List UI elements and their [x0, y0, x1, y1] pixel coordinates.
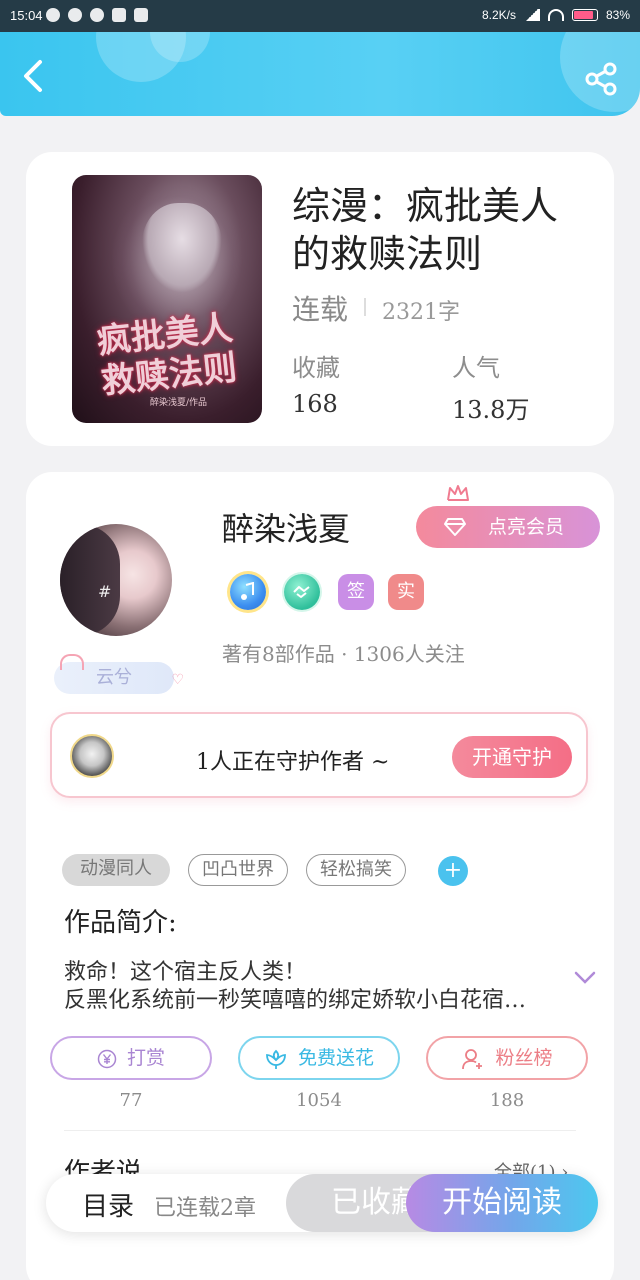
diamond-icon: [444, 518, 466, 536]
header: [0, 32, 640, 116]
intro-title: 作品简介:: [64, 908, 177, 938]
music-note-icon: [241, 582, 254, 600]
book-cover[interactable]: 疯批美人 救赎法则 醉染浅夏/作品: [72, 175, 262, 423]
cover-author: 醉染浅夏/作品: [150, 398, 208, 408]
send-flower-button[interactable]: 免费送花: [238, 1036, 400, 1080]
chevron-left-icon: [24, 60, 42, 92]
avatar-mark: #: [98, 582, 112, 601]
send-flower-label: 免费送花: [297, 1047, 374, 1069]
status-right: 8.2K/s 83%: [482, 8, 630, 22]
reward-label: 打赏: [126, 1047, 165, 1069]
weibo-icon: [46, 8, 60, 22]
verified-badge[interactable]: 实: [388, 574, 424, 610]
status-time: 15:04: [10, 8, 43, 23]
share-button[interactable]: [584, 62, 618, 96]
tag-anime[interactable]: 动漫同人: [62, 854, 170, 886]
fans-ranking-label: 粉丝榜: [495, 1047, 553, 1069]
word-count: 2321字: [382, 300, 460, 325]
serial-status: 连载: [292, 293, 349, 326]
divider: [364, 298, 366, 316]
intro-line: 反黑化系统前一秒笑嘻嘻的绑定娇软小白花宿…: [64, 988, 527, 1013]
app-icon: [112, 8, 126, 22]
catalog-button[interactable]: 目录: [82, 1186, 134, 1223]
fans-ranking-button[interactable]: 粉丝榜: [426, 1036, 588, 1080]
flower-count: 1054: [296, 1090, 342, 1111]
handshake-badge[interactable]: [284, 574, 320, 610]
nickname-tag: 云兮: [54, 654, 184, 696]
battery-icon: [571, 9, 598, 21]
person-icon: [462, 1049, 483, 1070]
chapter-count: 已连载2章: [154, 1196, 256, 1221]
crown-icon: [447, 485, 469, 501]
collect-label: 收藏: [292, 354, 340, 382]
handshake-icon: [293, 586, 310, 598]
wifi-icon: [547, 9, 564, 21]
book-title: 综漫：疯批美人 的救赎法则: [292, 182, 592, 278]
book-card: 疯批美人 救赎法则 醉染浅夏/作品 综漫：疯批美人 的救赎法则 连载 2321字…: [26, 152, 614, 446]
flower-icon: [266, 1049, 286, 1069]
reward-count: 77: [119, 1090, 143, 1111]
qq-icon-2: [90, 8, 104, 22]
start-reading-button[interactable]: 开始阅读: [406, 1174, 598, 1232]
signal-icon: [523, 9, 540, 21]
vip-button[interactable]: 点亮会员: [416, 485, 600, 548]
battery-level: 83%: [605, 8, 630, 22]
guard-panel: 1人正在守护作者 ~ 开通守护: [50, 712, 588, 798]
bottom-bar: 目录 已连载2章 已收藏 开始阅读: [46, 1174, 598, 1232]
book-title-line2: 的救赎法则: [292, 232, 483, 276]
qq-icon: [68, 8, 82, 22]
divider: [64, 1130, 576, 1131]
status-bar: 15:04 8.2K/s 83%: [0, 0, 640, 32]
cover-figure: [142, 203, 222, 293]
guard-text: 1人正在守护作者 ~: [196, 750, 390, 775]
tag-comedy[interactable]: 轻松搞笑: [306, 854, 406, 886]
author-card: # 云兮 醉染浅夏 点亮会员 签 实 著有8部作品 · 1306人关注 1人正在…: [26, 472, 614, 1280]
popularity-label: 人气: [452, 354, 500, 382]
share-icon: [585, 62, 617, 96]
cover-title-art: 疯批美人 救赎法则: [72, 305, 262, 404]
network-speed: 8.2K/s: [481, 8, 516, 22]
tag-world[interactable]: 凹凸世界: [188, 854, 288, 886]
avatar-hair: [60, 524, 120, 636]
author-meta: 著有8部作品 · 1306人关注: [222, 642, 465, 666]
collect-value: 168: [292, 390, 338, 418]
plus-icon: +: [443, 858, 463, 883]
fans-count: 188: [489, 1090, 525, 1111]
notification-icons: [46, 8, 148, 22]
app-icon-2: [134, 8, 148, 22]
vip-label: 点亮会员: [488, 516, 565, 538]
chevron-down-icon: [574, 971, 596, 984]
expand-intro-button[interactable]: [574, 970, 596, 984]
music-badge[interactable]: [230, 574, 266, 610]
guard-avatar: [70, 734, 114, 778]
popularity-value: 13.8万: [452, 396, 530, 424]
signed-badge[interactable]: 签: [338, 574, 374, 610]
guard-button[interactable]: 开通守护: [452, 736, 572, 778]
book-title-line1: 综漫：疯批美人: [292, 184, 559, 228]
author-name[interactable]: 醉染浅夏: [222, 504, 350, 550]
reward-button[interactable]: 打赏: [50, 1036, 212, 1080]
author-avatar[interactable]: #: [60, 524, 172, 636]
add-tag-button[interactable]: +: [438, 856, 468, 886]
yen-icon: [97, 1049, 117, 1069]
back-button[interactable]: [20, 58, 50, 94]
